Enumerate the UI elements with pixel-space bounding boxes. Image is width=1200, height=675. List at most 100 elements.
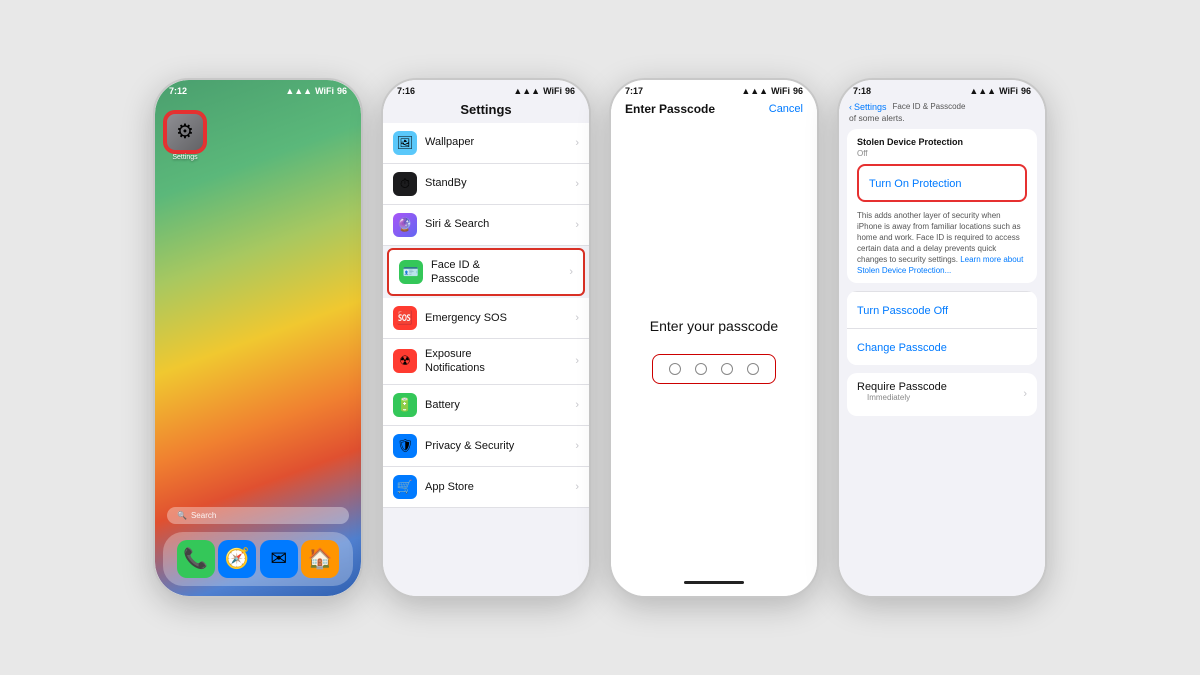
back-chevron-icon: ‹ (849, 102, 852, 112)
settings-item-appstore[interactable]: 🛒 App Store › (383, 467, 589, 508)
status-bar-1: 7:12 ▲▲▲ WiFi 96 (155, 80, 361, 98)
turn-on-protection-btn[interactable]: Turn On Protection (857, 164, 1027, 202)
settings-app-label: Settings (172, 154, 197, 161)
breadcrumb-settings: Settings (854, 102, 887, 112)
breadcrumb[interactable]: ‹ Settings Face ID & Passcode (849, 102, 1035, 112)
passcode-body: Enter your passcode (611, 122, 817, 581)
siri-chevron: › (575, 219, 579, 231)
faceid-subtitle: of some alerts. (849, 113, 1035, 123)
home-indicator-3 (684, 581, 744, 584)
safari-app[interactable]: 🧭 (218, 540, 256, 578)
settings-item-privacy[interactable]: 🛡 Privacy & Security › (383, 426, 589, 467)
signal-icon-2: ▲▲▲ (513, 86, 540, 96)
require-passcode-chevron: › (1023, 388, 1027, 400)
phone-4-faceid-settings: 7:18 ▲▲▲ WiFi 96 ‹ Settings Face ID & Pa… (837, 78, 1047, 598)
faceid-label: Face ID &Passcode (431, 258, 569, 287)
exposure-label: ExposureNotifications (425, 347, 575, 376)
passcode-dot-2 (695, 363, 707, 375)
require-passcode-row[interactable]: Require Passcode Immediately › (847, 373, 1037, 416)
settings-app[interactable]: ⚙ Settings (165, 112, 205, 161)
faceid-chevron: › (569, 266, 573, 278)
settings-item-exposure[interactable]: ☢ ExposureNotifications › (383, 339, 589, 385)
sos-label: Emergency SOS (425, 311, 575, 325)
battery-icon-2: 96 (565, 86, 575, 96)
settings-item-siri[interactable]: 🔮 Siri & Search › (383, 205, 589, 246)
settings-nav-title: Settings (383, 98, 589, 123)
settings-item-faceid[interactable]: 🪪 Face ID &Passcode › (387, 248, 585, 297)
battery-icon-4: 96 (1021, 86, 1031, 96)
passcode-dot-1 (669, 363, 681, 375)
require-passcode-block: Require Passcode Immediately › (847, 373, 1037, 416)
status-icons-1: ▲▲▲ WiFi 96 (285, 86, 347, 96)
status-icons-3: ▲▲▲ WiFi 96 (741, 86, 803, 96)
faceid-icon: 🪪 (399, 260, 423, 284)
require-passcode-label: Require Passcode (857, 381, 947, 393)
appstore-chevron: › (575, 481, 579, 493)
phone-3-passcode: 7:17 ▲▲▲ WiFi 96 Enter Passcode Cancel E… (609, 78, 819, 598)
status-bar-3: 7:17 ▲▲▲ WiFi 96 (611, 80, 817, 98)
home-app[interactable]: 🏠 (301, 540, 339, 578)
stolen-protection-title: Stolen Device Protection (847, 129, 1037, 149)
home-content: 7:12 ▲▲▲ WiFi 96 ⚙ Settings 🔍 Search (155, 80, 361, 596)
privacy-label: Privacy & Security (425, 439, 575, 453)
faceid-body: Stolen Device Protection Off Turn On Pro… (839, 129, 1045, 596)
wifi-icon-3: WiFi (771, 86, 790, 96)
mail-app[interactable]: ✉ (260, 540, 298, 578)
status-icons-2: ▲▲▲ WiFi 96 (513, 86, 575, 96)
status-bar-2: 7:16 ▲▲▲ WiFi 96 (383, 80, 589, 98)
faceid-settings-content: 7:18 ▲▲▲ WiFi 96 ‹ Settings Face ID & Pa… (839, 80, 1045, 596)
faceid-nav: ‹ Settings Face ID & Passcode of some al… (839, 98, 1045, 129)
change-passcode-btn[interactable]: Change Passcode (847, 328, 1037, 365)
standby-icon: ⏱ (393, 172, 417, 196)
turn-passcode-off-btn[interactable]: Turn Passcode Off (847, 291, 1037, 328)
passcode-nav: Enter Passcode Cancel (611, 98, 817, 122)
battery-chevron: › (575, 399, 579, 411)
sos-chevron: › (575, 312, 579, 324)
battery-icon-3: 96 (793, 86, 803, 96)
settings-item-sos[interactable]: 🆘 Emergency SOS › (383, 298, 589, 339)
status-bar-4: 7:18 ▲▲▲ WiFi 96 (839, 80, 1045, 98)
search-icon: 🔍 (177, 511, 187, 520)
time-4: 7:18 (853, 86, 871, 96)
standby-label: StandBy (425, 176, 575, 190)
time-1: 7:12 (169, 86, 187, 96)
privacy-chevron: › (575, 440, 579, 452)
passcode-prompt: Enter your passcode (650, 318, 778, 334)
search-label: Search (191, 511, 216, 520)
exposure-icon: ☢ (393, 349, 417, 373)
home-icons-grid: ⚙ Settings (155, 98, 361, 507)
passcode-dots-container (652, 354, 776, 384)
standby-chevron: › (575, 178, 579, 190)
passcode-nav-title: Enter Passcode (625, 102, 715, 116)
require-passcode-sublabel: Immediately (857, 393, 947, 408)
phone-1-home: 7:12 ▲▲▲ WiFi 96 ⚙ Settings 🔍 Search (153, 78, 363, 598)
passcode-content: 7:17 ▲▲▲ WiFi 96 Enter Passcode Cancel E… (611, 80, 817, 596)
search-bar[interactable]: 🔍 Search (167, 507, 349, 524)
protection-description: This adds another layer of security when… (847, 210, 1037, 283)
change-passcode-label: Change Passcode (857, 342, 947, 354)
battery-icon: 🔋 (393, 393, 417, 417)
stolen-protection-block: Stolen Device Protection Off Turn On Pro… (847, 129, 1037, 283)
require-passcode-info: Require Passcode Immediately (857, 381, 947, 408)
screenshots-row: 7:12 ▲▲▲ WiFi 96 ⚙ Settings 🔍 Search (133, 58, 1067, 618)
phone-app[interactable]: 📞 (177, 540, 215, 578)
privacy-icon: 🛡 (393, 434, 417, 458)
signal-icon-1: ▲▲▲ (285, 86, 312, 96)
breadcrumb-separator: Face ID & Passcode (893, 102, 966, 111)
phone-2-settings: 7:16 ▲▲▲ WiFi 96 Settings 🖼 Wallpaper › … (381, 78, 591, 598)
signal-icon-3: ▲▲▲ (741, 86, 768, 96)
settings-item-standby[interactable]: ⏱ StandBy › (383, 164, 589, 205)
settings-item-wallpaper[interactable]: 🖼 Wallpaper › (383, 123, 589, 164)
sos-icon: 🆘 (393, 306, 417, 330)
settings-item-battery[interactable]: 🔋 Battery › (383, 385, 589, 426)
wallpaper-label: Wallpaper (425, 135, 575, 149)
passcode-actions-block: Turn Passcode Off Change Passcode (847, 291, 1037, 365)
status-icons-4: ▲▲▲ WiFi 96 (969, 86, 1031, 96)
settings-app-icon[interactable]: ⚙ (165, 112, 205, 152)
wifi-icon-4: WiFi (999, 86, 1018, 96)
passcode-cancel-btn[interactable]: Cancel (769, 103, 803, 115)
turn-on-btn-label: Turn On Protection (869, 178, 962, 190)
appstore-icon: 🛒 (393, 475, 417, 499)
passcode-dot-3 (721, 363, 733, 375)
turn-passcode-off-label: Turn Passcode Off (857, 305, 948, 317)
